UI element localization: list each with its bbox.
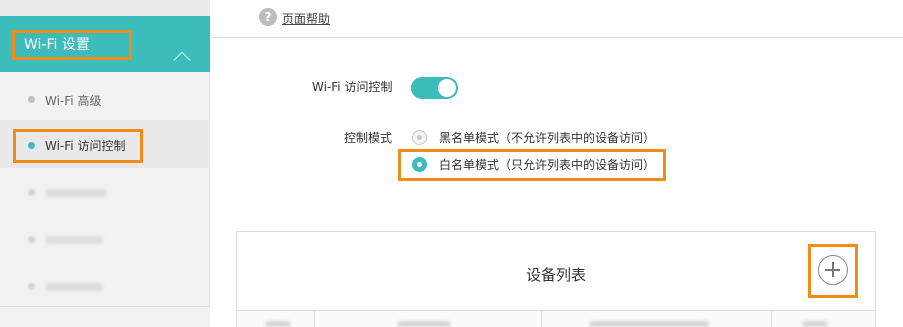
device-list-title: 设备列表 bbox=[525, 266, 586, 284]
column-divider bbox=[771, 311, 772, 327]
column-divider bbox=[541, 311, 542, 327]
blurred-column-header bbox=[589, 321, 709, 327]
bullet-icon bbox=[28, 189, 35, 196]
control-mode-label: 控制模式 bbox=[344, 131, 393, 145]
radio-dot bbox=[417, 162, 422, 167]
column-divider bbox=[314, 311, 315, 327]
sidebar-item-label: Wi-Fi 访问控制 bbox=[45, 139, 126, 153]
blurred-label bbox=[45, 283, 103, 291]
blurred-column-header bbox=[265, 321, 291, 327]
sidebar-header-label: Wi-Fi 设置 bbox=[12, 30, 132, 60]
blurred-label bbox=[45, 189, 107, 197]
wifi-access-control-label: Wi-Fi 访问控制 bbox=[312, 80, 393, 94]
sidebar-top-strip bbox=[0, 0, 210, 16]
highlight-frame bbox=[808, 244, 858, 298]
top-bar: ? 页面帮助 bbox=[211, 0, 903, 38]
blurred-column-header bbox=[802, 321, 828, 327]
whitelist-option-label[interactable]: 白名单模式（只允许列表中的设备访问） bbox=[439, 156, 655, 173]
whitelist-radio[interactable] bbox=[412, 157, 427, 172]
add-icon[interactable] bbox=[818, 255, 848, 285]
toggle-knob bbox=[438, 79, 456, 97]
blacklist-radio[interactable] bbox=[412, 130, 427, 145]
wifi-access-control-toggle[interactable] bbox=[411, 77, 458, 99]
blurred-column-header bbox=[397, 321, 451, 327]
chevron-up-icon[interactable] bbox=[173, 51, 191, 69]
active-bullet-icon bbox=[28, 142, 35, 149]
sidebar-item-label: Wi-Fi 高级 bbox=[45, 94, 102, 108]
sidebar: Wi-Fi 设置 Wi-Fi 高级 Wi-Fi 访问控制 bbox=[0, 0, 210, 327]
radio-dot bbox=[417, 135, 422, 140]
blacklist-option-label[interactable]: 黑名单模式（不允许列表中的设备访问） bbox=[439, 129, 655, 146]
sidebar-item-wifi-access-control[interactable]: Wi-Fi 访问控制 bbox=[0, 120, 210, 168]
sidebar-item-wifi-advanced[interactable]: Wi-Fi 高级 bbox=[0, 77, 210, 123]
device-table-header bbox=[237, 310, 875, 327]
help-link[interactable]: 页面帮助 bbox=[282, 10, 330, 27]
sidebar-bottom bbox=[0, 306, 210, 327]
sidebar-header-wifi-settings[interactable]: Wi-Fi 设置 bbox=[0, 16, 210, 72]
bullet-icon bbox=[28, 96, 35, 103]
bullet-icon bbox=[28, 236, 35, 243]
device-list-panel: 设备列表 bbox=[236, 231, 876, 327]
help-icon[interactable]: ? bbox=[259, 8, 277, 26]
blurred-label bbox=[45, 236, 103, 244]
bullet-icon bbox=[28, 283, 35, 290]
